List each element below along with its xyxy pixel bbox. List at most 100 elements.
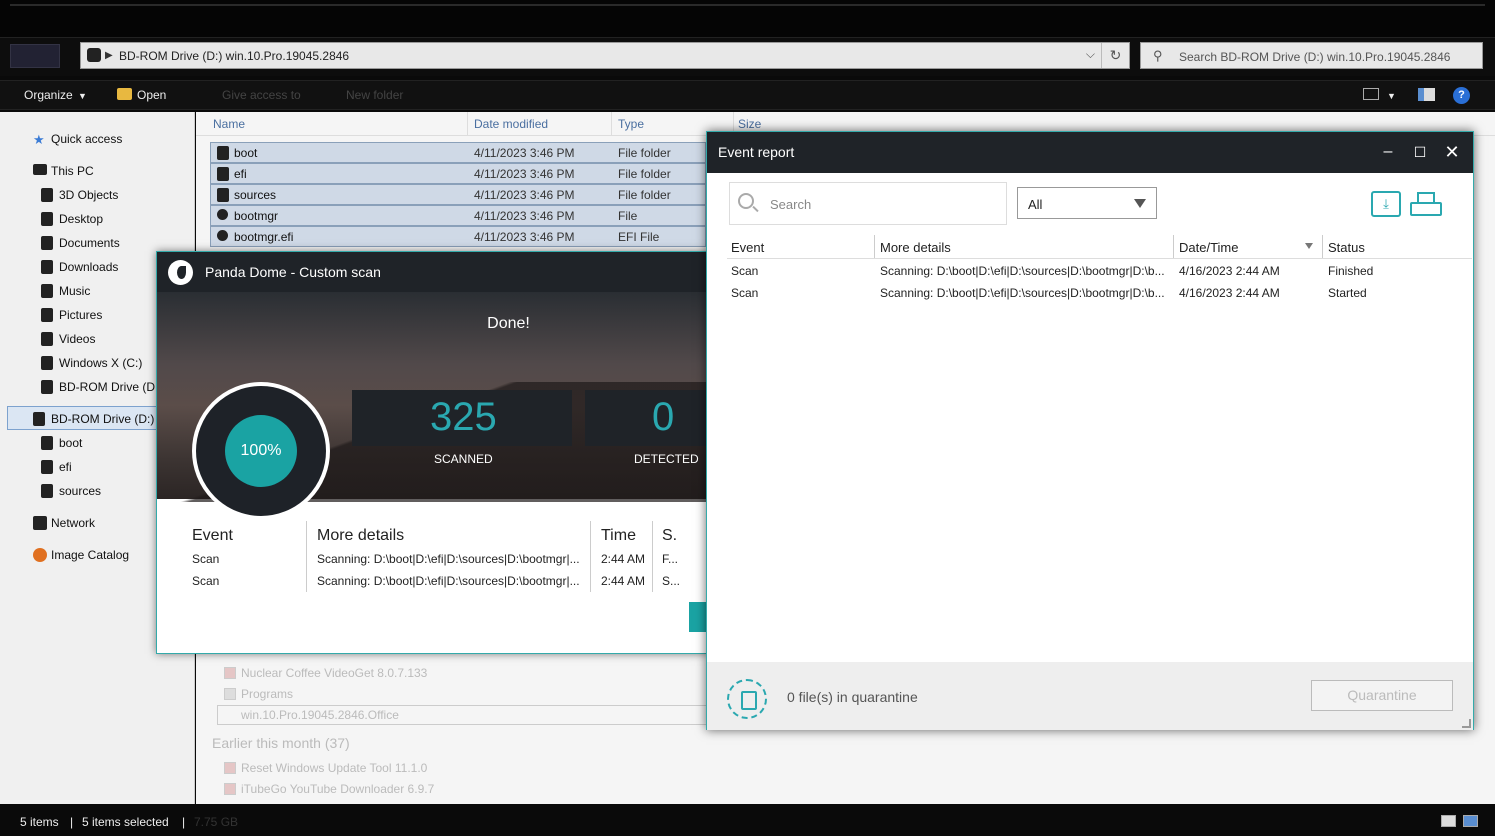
nav-this-pc[interactable]: This PC (51, 164, 94, 178)
event-report-window: Event report – ☐ ✕ Search All ⤓ Event Mo… (706, 131, 1474, 730)
quarantine-icon (727, 679, 767, 719)
print-icon[interactable] (1410, 192, 1442, 218)
drive-icon (41, 356, 53, 370)
details-cell: Scanning: D:\boot|D:\efi|D:\sources|D:\b… (880, 264, 1165, 278)
new-folder-button[interactable]: New folder (346, 88, 403, 102)
file-icon (217, 209, 228, 220)
nav-sub-sources[interactable]: sources (59, 484, 101, 498)
ghost-file-name: Nuclear Coffee VideoGet 8.0.7.133 (241, 666, 428, 680)
quarantine-count: 0 file(s) in quarantine (787, 689, 918, 705)
ghost-file-name: Programs (241, 687, 294, 701)
nav-item-drive-d-label[interactable]: BD-ROM Drive (D:) v (51, 412, 164, 426)
folder-icon (224, 688, 236, 700)
selected-size: 7.75 GB (194, 815, 239, 829)
nav-item-drive-d[interactable]: BD-ROM Drive (D:) (59, 380, 162, 394)
tiles-view-icon[interactable] (1463, 815, 1478, 827)
address-text: BD-ROM Drive (D:) win.10.Pro.19045.2846 (119, 49, 350, 63)
nav-sub-efi[interactable]: efi (59, 460, 72, 474)
nav-image-catalog[interactable]: Image Catalog (51, 548, 129, 562)
breadcrumb-arrow-icon[interactable]: ▶ (105, 50, 113, 61)
file-name: bootmgr (234, 209, 279, 223)
open-button[interactable]: Open (137, 88, 166, 102)
file-name: sources (234, 188, 277, 202)
details-view-icon[interactable] (1441, 815, 1456, 827)
status-bar: 5 items | 5 items selected | 7.75 GB (0, 805, 1495, 836)
maximize-icon[interactable]: ☐ (1408, 140, 1432, 164)
file-icon (217, 230, 228, 241)
address-bar[interactable]: ▶ BD-ROM Drive (D:) win.10.Pro.19045.284… (80, 42, 1130, 69)
panda-titlebar: Panda Dome - Custom scan (157, 252, 708, 292)
search-input[interactable]: ⚲ Search BD-ROM Drive (D:) win.10.Pro.19… (1140, 42, 1483, 69)
file-type: EFI File (618, 230, 660, 244)
nav-item-3d-objects[interactable]: 3D Objects (59, 188, 118, 202)
event-search-input[interactable]: Search (729, 182, 1007, 225)
organize-button[interactable]: Organize (24, 88, 73, 102)
nav-network[interactable]: Network (51, 516, 95, 530)
ghost-file-name: iTubeGo YouTube Downloader 6.9.7 (241, 782, 435, 796)
nav-sub-boot[interactable]: boot (59, 436, 82, 450)
column-name[interactable]: Name (213, 117, 245, 131)
search-icon (738, 193, 754, 209)
group-header[interactable]: Earlier this month (37) (212, 735, 350, 751)
col-details[interactable]: More details (880, 240, 951, 255)
col-status: S. (662, 527, 678, 544)
nav-item-drive-c[interactable]: Windows X (C:) (59, 356, 142, 370)
export-icon[interactable]: ⤓ (1371, 191, 1401, 217)
scanned-value: 325 (430, 395, 497, 439)
nav-item-desktop[interactable]: Desktop (59, 212, 103, 226)
view-dropdown-icon[interactable]: ▼ (1387, 91, 1396, 101)
nav-buttons[interactable] (10, 44, 60, 68)
archive-icon (224, 667, 236, 679)
computer-icon (33, 164, 47, 175)
preview-pane-icon[interactable] (1418, 88, 1435, 101)
status-cell: Started (1328, 286, 1367, 300)
panda-title: Panda Dome - Custom scan (205, 264, 381, 280)
resize-grip-icon[interactable] (1462, 719, 1471, 728)
file-date: 4/11/2023 3:46 PM (474, 146, 575, 160)
selected-count: 5 items selected (82, 815, 169, 829)
col-datetime[interactable]: Date/Time (1179, 240, 1238, 255)
file-name: bootmgr.efi (234, 230, 294, 244)
row-event: Scan (192, 574, 220, 588)
folder-icon (217, 188, 229, 202)
file-type: File folder (618, 167, 671, 181)
file-type: File folder (618, 146, 671, 160)
nav-item-videos[interactable]: Videos (59, 332, 95, 346)
file-date: 4/11/2023 3:46 PM (474, 188, 575, 202)
column-size[interactable]: Size (738, 117, 761, 131)
status-cell: Finished (1328, 264, 1374, 278)
search-placeholder: Search (770, 197, 812, 212)
event-cell: Scan (731, 264, 759, 278)
quarantine-button[interactable]: Quarantine (1311, 680, 1453, 711)
folder-icon (41, 284, 53, 298)
refresh-icon[interactable]: ↻ (1101, 43, 1129, 68)
minimize-icon[interactable]: – (1376, 140, 1400, 164)
folder-icon (41, 236, 53, 250)
file-type: File folder (618, 188, 671, 202)
nav-item-downloads[interactable]: Downloads (59, 260, 118, 274)
event-report-title: Event report (718, 144, 795, 160)
star-icon: ★ (33, 132, 45, 147)
nav-quick-access[interactable]: Quick access (51, 132, 122, 146)
organize-dropdown-icon[interactable]: ▼ (78, 91, 87, 101)
column-type[interactable]: Type (618, 117, 644, 131)
col-event[interactable]: Event (731, 240, 764, 255)
col-status[interactable]: Status (1328, 240, 1365, 255)
detected-value: 0 (652, 395, 675, 439)
nav-item-pictures[interactable]: Pictures (59, 308, 102, 322)
panda-logo-icon (168, 260, 193, 285)
column-date[interactable]: Date modified (474, 117, 548, 131)
quarantine-footer: 0 file(s) in quarantine Quarantine (707, 662, 1473, 730)
help-icon[interactable]: ? (1453, 87, 1470, 104)
close-icon[interactable]: ✕ (1440, 140, 1464, 164)
drive-icon (87, 48, 101, 62)
sort-desc-icon[interactable] (1305, 243, 1313, 249)
address-dropdown-icon[interactable]: ⌵ (1086, 47, 1095, 62)
nav-item-music[interactable]: Music (59, 284, 90, 298)
give-access-button[interactable]: Give access to (222, 88, 301, 102)
ghost-file-name: win.10.Pro.19045.2846.Office (241, 708, 399, 722)
event-filter-select[interactable]: All (1017, 187, 1157, 219)
view-options-icon[interactable] (1363, 88, 1379, 100)
nav-item-documents[interactable]: Documents (59, 236, 120, 250)
detected-label: DETECTED (634, 452, 699, 466)
